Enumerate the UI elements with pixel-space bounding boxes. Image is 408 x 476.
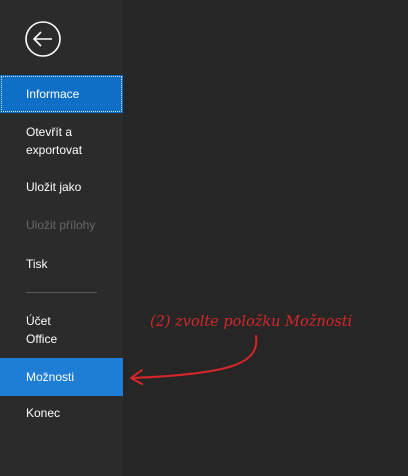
sidebar-item-label: Uložit přílohy <box>26 218 96 232</box>
backstage-view: Informace Otevřít a exportovat Uložit ja… <box>0 0 408 476</box>
backstage-sidebar: Informace Otevřít a exportovat Uložit ja… <box>0 0 123 476</box>
sidebar-item-options[interactable]: Možnosti <box>0 358 123 396</box>
sidebar-item-label-line2: Office <box>26 332 58 346</box>
sidebar-item-label: Konec <box>26 406 61 420</box>
sidebar-divider <box>26 292 97 293</box>
sidebar-item-save-as[interactable]: Uložit jako <box>0 176 123 198</box>
sidebar-item-print[interactable]: Tisk <box>0 253 123 275</box>
sidebar-item-label-line1: Otevřít a <box>26 125 73 139</box>
annotation-text: (2) zvolte položku Možnosti <box>150 314 353 330</box>
backstage-content-area <box>123 0 408 476</box>
sidebar-item-open-export[interactable]: Otevřít a exportovat <box>0 122 123 160</box>
sidebar-item-save-attachments: Uložit přílohy <box>0 214 123 236</box>
sidebar-item-label: Účet Office <box>26 312 57 348</box>
sidebar-item-label: Možnosti <box>26 370 75 384</box>
annotation-arrow-icon <box>130 335 258 385</box>
sidebar-item-label: Uložit jako <box>26 180 82 194</box>
sidebar-item-office-account[interactable]: Účet Office <box>0 311 123 349</box>
sidebar-item-label-line1: Účet <box>26 314 51 328</box>
sidebar-item-exit[interactable]: Konec <box>0 402 123 424</box>
back-arrow-circle-icon <box>25 21 61 57</box>
back-button[interactable] <box>24 20 62 58</box>
sidebar-item-label: Tisk <box>26 257 48 271</box>
sidebar-item-label-line2: exportovat <box>26 143 83 157</box>
sidebar-item-informace[interactable]: Informace <box>0 75 123 113</box>
sidebar-item-label: Informace <box>26 87 80 101</box>
sidebar-item-label: Otevřít a exportovat <box>26 123 82 159</box>
